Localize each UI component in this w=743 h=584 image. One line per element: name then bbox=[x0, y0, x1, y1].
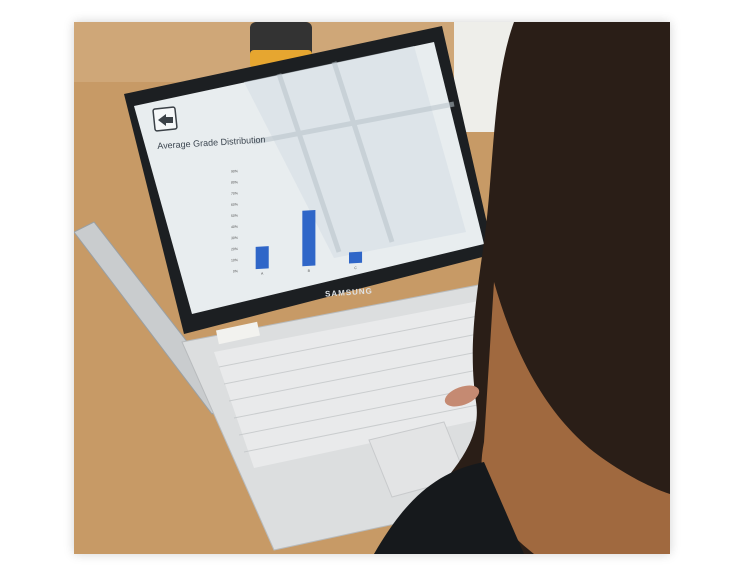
photo: 0% 10% 20% 30% 40% 50% 60% 70% 80% 90% A B C Average… bbox=[74, 22, 670, 554]
